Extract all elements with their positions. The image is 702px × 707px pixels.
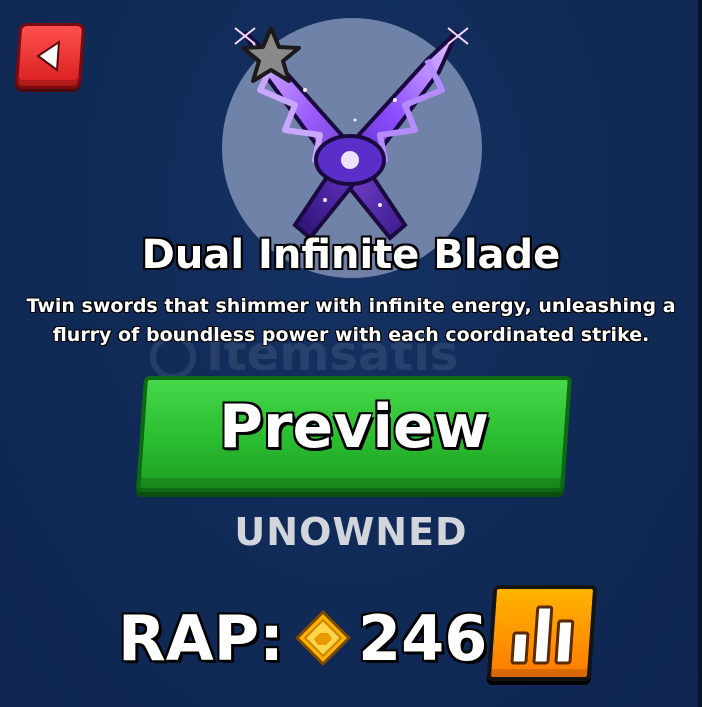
watermark: Itemsatis xyxy=(150,326,458,382)
watermark-text: Itemsatis xyxy=(206,326,459,382)
rap-row: RAP: 246 xyxy=(118,588,487,688)
item-title: Dual Infinite Blade xyxy=(141,232,561,278)
bar-chart-icon xyxy=(510,605,575,665)
rap-value: 246 xyxy=(357,601,488,675)
back-arrow-icon xyxy=(36,40,61,72)
rap-label: RAP: xyxy=(118,601,284,675)
gem-coin-icon xyxy=(295,610,351,666)
back-button[interactable] xyxy=(14,23,86,89)
item-detail-panel: Dual Infinite Blade Twin swords that shi… xyxy=(0,0,702,707)
ownership-status: UNOWNED xyxy=(234,510,468,554)
preview-button[interactable] xyxy=(135,376,573,492)
watermark-logo-icon xyxy=(150,334,196,380)
stats-button[interactable] xyxy=(486,585,598,681)
star-icon xyxy=(241,26,301,83)
